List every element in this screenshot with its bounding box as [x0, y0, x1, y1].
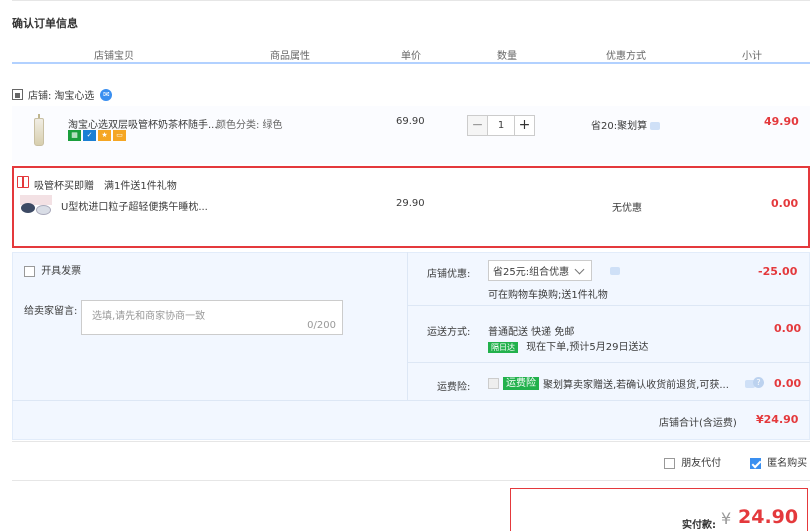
insurance-row: 运费险 聚划算卖家赠送,若确认收货前退货,可获...	[488, 376, 729, 391]
anonymous-label: 匿名购买	[767, 458, 808, 469]
badge-icon: ✓	[83, 130, 96, 141]
gift-price: 29.90	[396, 198, 425, 209]
item-discount: 省20:聚划算	[591, 117, 661, 132]
panel-divider	[407, 252, 408, 400]
payment-label: 实付款:	[682, 520, 716, 531]
message-char-count: 0/200	[307, 320, 336, 331]
item-subtotal: 49.90	[764, 115, 799, 128]
next-day-tag: 隔日达	[488, 342, 518, 353]
pillow-shape	[21, 203, 35, 213]
shipping-method: 普通配送 快递 免邮	[488, 327, 575, 338]
message-textarea[interactable]: 选填,请先和商家协商一致 0/200	[81, 300, 343, 335]
header-divider	[12, 62, 810, 64]
chevron-down-icon	[574, 264, 585, 274]
item-discount-text: 省20:聚划算	[591, 121, 648, 132]
item-title-link[interactable]: 淘宝心选双层吸管杯奶茶杯随手...	[68, 116, 218, 131]
comment-icon[interactable]	[610, 267, 620, 275]
gift-discount: 无优惠	[612, 203, 642, 214]
col-header-qty: 数量	[497, 51, 517, 62]
gift-icon	[17, 176, 29, 188]
quantity-input[interactable]: 1	[488, 115, 514, 136]
shop-name-link[interactable]: 淘宝心选	[54, 87, 94, 102]
gift-rule: 满1件送1件礼物	[104, 181, 177, 192]
order-options-panel	[12, 252, 810, 440]
gift-thumbnail[interactable]	[20, 195, 52, 221]
quantity-minus-button[interactable]: −	[467, 115, 488, 136]
badge-icon: ▦	[68, 130, 81, 141]
message-label: 给卖家留言:	[24, 306, 78, 317]
anonymous-option[interactable]: 匿名购买	[750, 454, 807, 469]
shop-discount-note: 可在购物车换购;送1件礼物	[488, 290, 608, 301]
quantity-stepper[interactable]: − 1 +	[467, 115, 535, 136]
comment-icon[interactable]	[650, 122, 661, 130]
badge-icon: ▭	[113, 130, 126, 141]
col-header-discount: 优惠方式	[606, 51, 646, 62]
row-divider	[408, 305, 810, 306]
shop-discount-selected: 省25元:组合优惠	[493, 267, 570, 278]
chat-bubble-icon[interactable]: ✉	[100, 88, 113, 101]
item-thumbnail[interactable]	[26, 114, 52, 150]
insurance-amount: 0.00	[774, 377, 802, 390]
shop-row: 店铺: 淘宝心选 ✉	[12, 87, 113, 102]
insurance-tag: 运费险	[503, 377, 539, 390]
col-header-price: 单价	[401, 51, 421, 62]
shipping-eta: 现在下单,预计5月29日送达	[526, 342, 649, 353]
row-divider	[408, 362, 810, 363]
insurance-checkbox[interactable]	[488, 378, 499, 389]
quantity-plus-button[interactable]: +	[514, 115, 535, 136]
shop-discount-select[interactable]: 省25元:组合优惠	[488, 260, 592, 281]
shop-label: 店铺:	[28, 91, 52, 102]
shipping-eta-row: 隔日达 现在下单,预计5月29日送达	[488, 338, 648, 353]
badge-icon: ★	[98, 130, 111, 141]
service-badges: ▦ ✓ ★ ▭	[68, 130, 126, 141]
shop-discount-amount: -25.00	[758, 265, 798, 278]
insurance-text: 聚划算卖家赠送,若确认收货前退货,可获...	[543, 380, 729, 391]
invoice-checkbox[interactable]	[24, 265, 35, 277]
gift-label: 吸管杯买即赠	[34, 181, 94, 192]
order-item-row	[12, 106, 810, 164]
col-header-subtotal: 小计	[742, 51, 762, 62]
shipping-amount: 0.00	[774, 322, 802, 335]
footer-divider	[12, 480, 810, 481]
row-divider	[12, 400, 810, 401]
friend-pay-label: 朋友代付	[681, 458, 722, 469]
col-header-attr: 商品属性	[270, 51, 310, 62]
item-attribute: 颜色分类: 绿色	[216, 120, 283, 131]
invoice-option[interactable]: 开具发票	[24, 262, 81, 277]
top-divider	[12, 0, 810, 1]
help-icon[interactable]: ?	[753, 377, 764, 388]
anonymous-checkbox[interactable]	[750, 457, 761, 469]
gift-title-link[interactable]: U型枕进口粒子超轻便携午睡枕...	[61, 198, 208, 213]
insurance-label: 运费险:	[437, 382, 471, 393]
col-header-item: 店铺宝贝	[94, 51, 134, 62]
message-placeholder: 选填,请先和商家协商一致	[92, 311, 206, 322]
shop-total-amount: ¥24.90	[756, 413, 799, 426]
pillow-shape	[36, 205, 51, 215]
payment-currency: ¥	[721, 509, 732, 528]
shop-discount-label: 店铺优惠:	[427, 269, 471, 280]
payment-amount: 24.90	[738, 506, 799, 528]
cup-shape	[34, 118, 44, 146]
shop-icon	[12, 89, 23, 100]
shop-total-label: 店铺合计(含运费)	[659, 418, 737, 429]
gift-subtotal: 0.00	[771, 197, 799, 210]
item-price: 69.90	[396, 116, 425, 127]
friend-pay-checkbox[interactable]	[664, 457, 675, 469]
page-title: 确认订单信息	[12, 17, 78, 30]
friend-pay-option[interactable]: 朋友代付	[664, 454, 721, 469]
shipping-label: 运送方式:	[427, 327, 471, 338]
invoice-label: 开具发票	[41, 266, 82, 277]
